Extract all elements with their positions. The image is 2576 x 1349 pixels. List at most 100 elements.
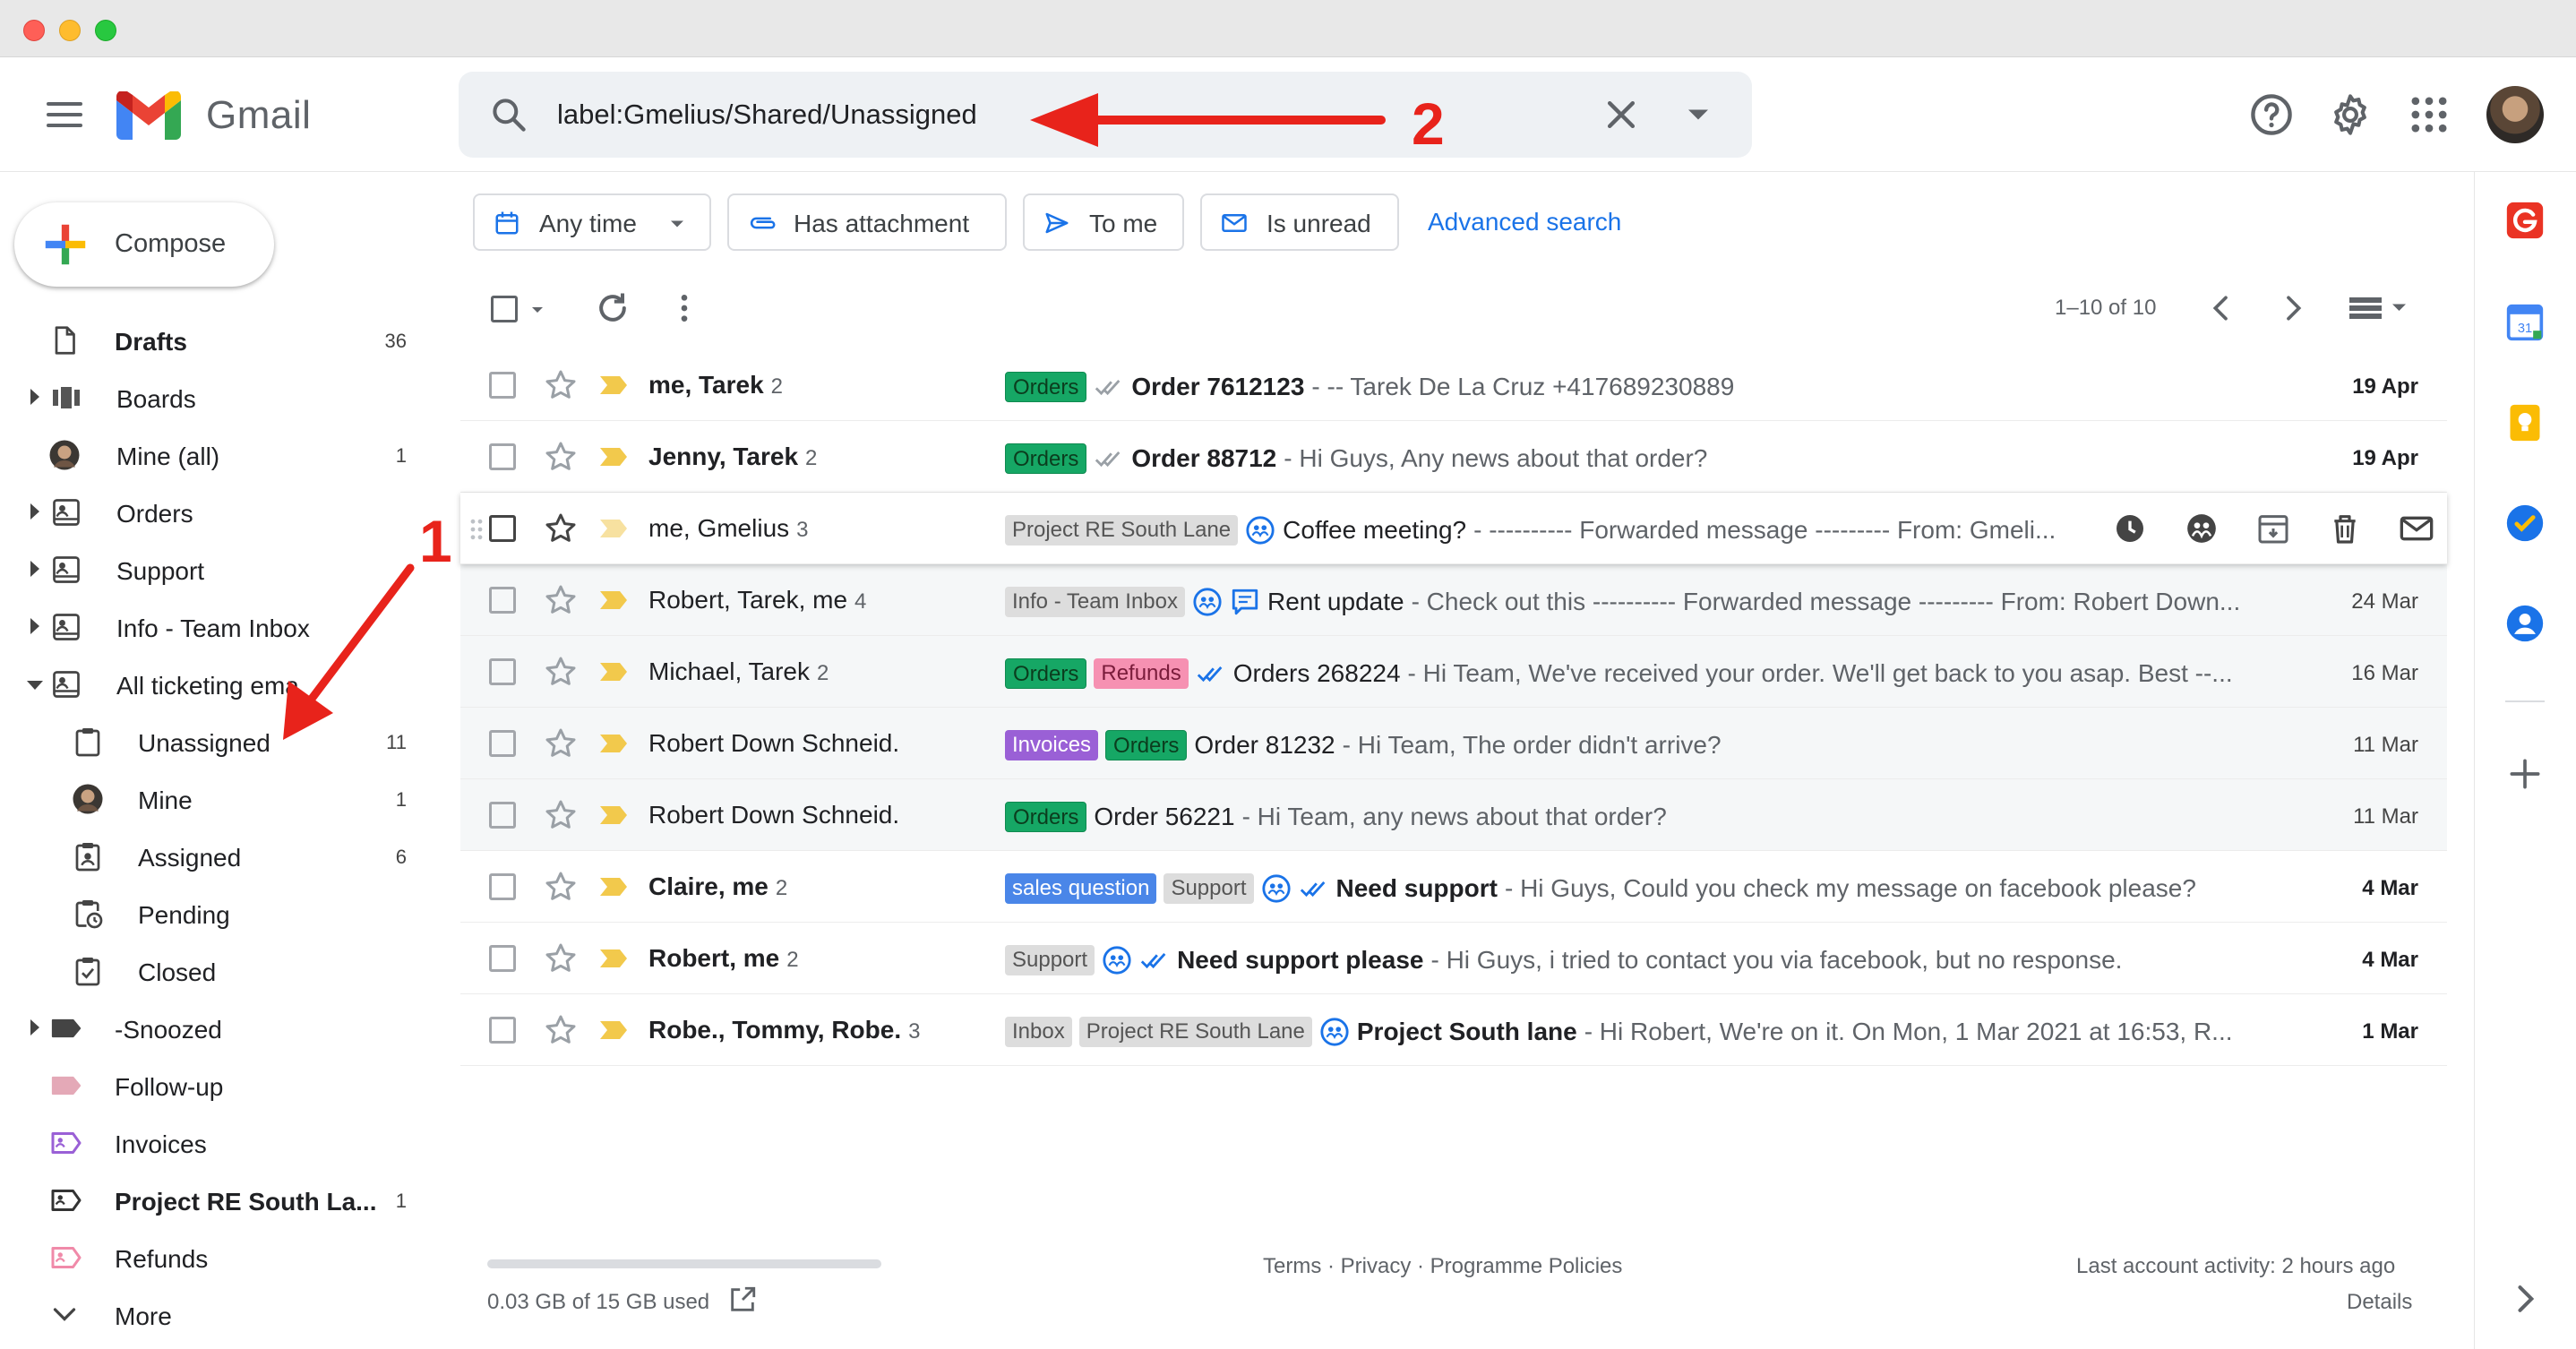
sidebar-item-all-ticketing[interactable]: All ticketing ema — [0, 659, 430, 709]
drag-handle-icon[interactable] — [469, 518, 484, 541]
row-checkbox[interactable] — [489, 587, 516, 614]
sidebar-item-closed[interactable]: Closed — [0, 946, 430, 996]
compose-button[interactable]: Compose — [14, 202, 274, 287]
expand-caret-icon[interactable] — [30, 561, 39, 577]
label-orders[interactable]: Orders — [1005, 372, 1087, 402]
sidebar-item-refunds[interactable]: Refunds — [0, 1233, 430, 1283]
open-external-icon[interactable] — [727, 1285, 758, 1315]
sidebar-item-invoices[interactable]: Invoices — [0, 1118, 430, 1168]
expand-caret-icon[interactable] — [30, 618, 39, 634]
star-icon[interactable] — [543, 367, 579, 403]
sidebar-item-more[interactable]: More — [0, 1290, 430, 1340]
activity-details-link[interactable]: Details — [2347, 1290, 2412, 1315]
row-checkbox[interactable] — [489, 658, 516, 685]
label-orders[interactable]: Orders — [1005, 443, 1087, 474]
star-icon[interactable] — [543, 1012, 579, 1048]
importance-marker-icon[interactable] — [598, 661, 629, 683]
gmelius-icon[interactable] — [2505, 201, 2545, 240]
star-icon[interactable] — [543, 869, 579, 905]
apps-grid-icon[interactable] — [2406, 91, 2452, 138]
select-caret-icon[interactable] — [527, 299, 548, 321]
sidebar-item-drafts[interactable]: Drafts 36 — [0, 315, 430, 365]
importance-marker-icon[interactable] — [598, 1019, 629, 1041]
search-options-icon[interactable] — [1679, 95, 1718, 134]
row-checkbox[interactable] — [489, 945, 516, 972]
sidebar-item-assigned[interactable]: Assigned 6 — [0, 831, 430, 881]
clear-search-icon[interactable] — [1601, 95, 1641, 134]
help-icon[interactable] — [2248, 91, 2295, 138]
importance-marker-icon[interactable] — [598, 374, 629, 396]
importance-marker-icon[interactable] — [598, 589, 629, 611]
delete-trash-icon[interactable] — [2327, 511, 2363, 546]
snooze-clock-icon[interactable] — [2112, 511, 2148, 546]
row-checkbox[interactable] — [489, 443, 516, 470]
sidebar-item-unassigned[interactable]: Unassigned 11 — [0, 717, 430, 767]
email-row[interactable]: me, Gmelius 3 Project RE South Lane Coffe… — [460, 493, 2447, 564]
email-row[interactable]: Robert, Tarek, me 4 Info - Team Inbox Ren… — [460, 564, 2447, 636]
row-checkbox[interactable] — [489, 730, 516, 757]
email-row[interactable]: Robe., Tommy, Robe. 3 Inbox Project RE So… — [460, 994, 2447, 1066]
select-all-checkbox[interactable] — [491, 296, 518, 322]
settings-gear-icon[interactable] — [2327, 91, 2374, 138]
footer-policy-links[interactable]: Terms · Privacy · Programme Policies — [1263, 1254, 1622, 1279]
sidebar-item-orders[interactable]: Orders — [0, 487, 430, 537]
row-checkbox[interactable] — [489, 1017, 516, 1044]
has-attachment-filter[interactable]: Has attachment — [727, 193, 1007, 251]
label-orders[interactable]: Orders — [1005, 802, 1087, 832]
label-support[interactable]: Support — [1005, 945, 1095, 975]
row-checkbox[interactable] — [489, 372, 516, 399]
to-me-filter[interactable]: To me — [1023, 193, 1184, 251]
expand-caret-icon[interactable] — [30, 503, 39, 520]
row-checkbox[interactable] — [489, 802, 516, 829]
select-all-control[interactable] — [487, 285, 559, 333]
search-icon[interactable] — [489, 95, 528, 134]
star-icon[interactable] — [543, 726, 579, 761]
expand-panel-chevron-icon[interactable] — [2505, 1279, 2545, 1319]
chevron-left-icon[interactable] — [2203, 288, 2239, 328]
importance-marker-icon[interactable] — [598, 733, 629, 754]
refresh-icon[interactable] — [593, 288, 632, 328]
star-icon[interactable] — [543, 511, 579, 546]
google-tasks-icon[interactable] — [2505, 503, 2545, 543]
google-keep-icon[interactable] — [2505, 403, 2545, 443]
row-checkbox[interactable] — [489, 873, 516, 900]
archive-icon[interactable] — [2255, 511, 2291, 546]
expand-caret-icon[interactable] — [30, 1019, 39, 1035]
email-row[interactable]: Robert Down Schneid. Orders Order 56221 … — [460, 779, 2447, 851]
mark-unread-icon[interactable] — [2399, 511, 2434, 546]
star-icon[interactable] — [543, 439, 579, 475]
expand-caret-icon[interactable] — [30, 389, 39, 405]
sidebar-item-follow-up[interactable]: Follow-up — [0, 1061, 430, 1111]
label-refunds[interactable]: Refunds — [1094, 658, 1189, 689]
label-support[interactable]: Support — [1163, 873, 1254, 904]
sidebar-item-project-re-south-lane[interactable]: Project RE South La... 1 — [0, 1175, 430, 1225]
sidebar-item-boards[interactable]: Boards — [0, 373, 430, 423]
account-avatar[interactable] — [2486, 86, 2544, 143]
density-toggle-icon[interactable] — [2347, 292, 2411, 324]
chevron-right-icon[interactable] — [2275, 288, 2311, 328]
label-orders[interactable]: Orders — [1005, 658, 1087, 689]
sidebar-item-mine-all[interactable]: Mine (all) 1 — [0, 430, 430, 480]
importance-marker-icon[interactable] — [598, 876, 629, 898]
add-addon-plus-icon[interactable] — [2505, 754, 2545, 794]
assign-team-icon[interactable] — [2184, 511, 2220, 546]
star-icon[interactable] — [543, 654, 579, 690]
minimize-window-button[interactable] — [59, 20, 81, 41]
email-row[interactable]: Michael, Tarek 2 Orders Refunds Orders 26… — [460, 636, 2447, 708]
email-row[interactable]: Robert, me 2 Support Need support please … — [460, 923, 2447, 994]
importance-marker-icon[interactable] — [598, 446, 629, 468]
main-menu-button[interactable] — [47, 102, 82, 127]
sidebar-item-info-team-inbox[interactable]: Info - Team Inbox — [0, 602, 430, 652]
more-vertical-icon[interactable] — [666, 288, 702, 328]
google-contacts-icon[interactable] — [2505, 604, 2545, 643]
collapse-caret-icon[interactable] — [27, 681, 43, 690]
advanced-search-link[interactable]: Advanced search — [1428, 208, 1621, 236]
label-project-re-south-lane[interactable]: Project RE South Lane — [1078, 1017, 1312, 1047]
importance-marker-icon[interactable] — [598, 518, 629, 539]
email-row[interactable]: Claire, me 2 sales question Support Need … — [460, 851, 2447, 923]
sidebar-item-pending[interactable]: Pending — [0, 889, 430, 939]
search-input[interactable] — [557, 90, 1632, 140]
sidebar-item-mine[interactable]: Mine 1 — [0, 774, 430, 824]
label-inbox[interactable]: Inbox — [1005, 1017, 1072, 1047]
label-info-team-inbox[interactable]: Info - Team Inbox — [1005, 587, 1185, 617]
